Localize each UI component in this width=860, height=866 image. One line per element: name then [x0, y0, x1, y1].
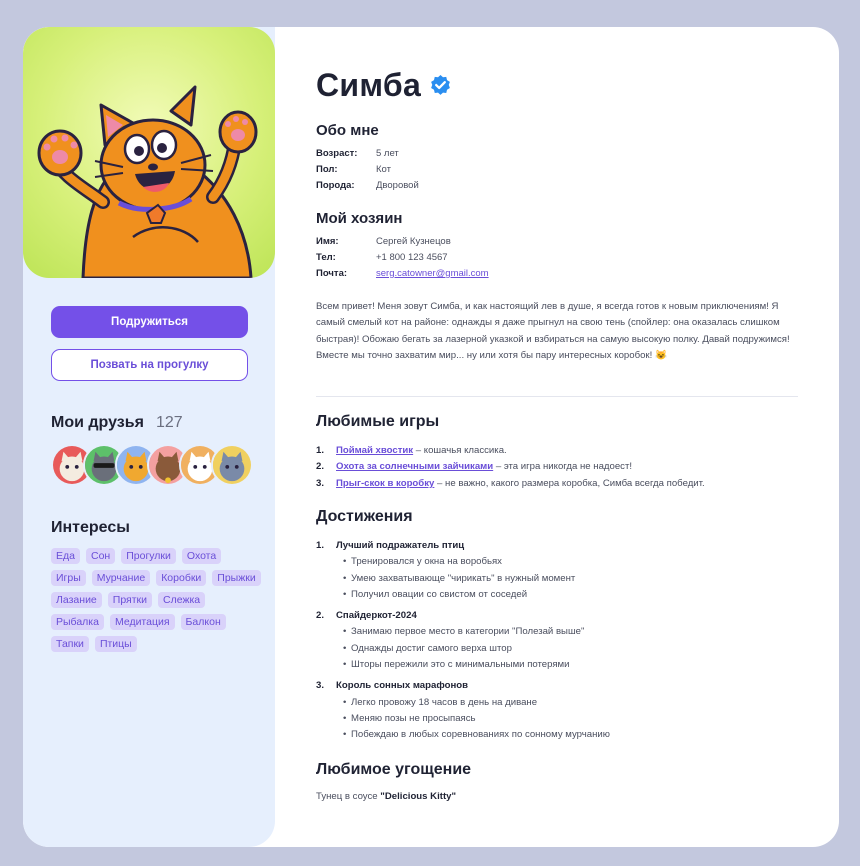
- invite-walk-button[interactable]: Позвать на прогулку: [51, 349, 248, 381]
- avatar: [23, 27, 275, 278]
- owner-value: serg.catowner@gmail.com: [376, 266, 489, 282]
- interest-tag[interactable]: Тапки: [51, 636, 89, 652]
- achievement-title: 2. Спайдеркот-2024: [316, 610, 417, 622]
- interest-tag[interactable]: Прыжки: [212, 570, 261, 586]
- list-number: 1.: [316, 445, 325, 456]
- list-item: Занимаю первое место в категории "Полеза…: [316, 624, 610, 641]
- sidebar: Подружиться Позвать на прогулку Мои друз…: [23, 27, 275, 847]
- interest-tag[interactable]: Мурчание: [91, 570, 151, 586]
- verified-badge-icon: [431, 74, 450, 95]
- about-title: Обо мне: [316, 122, 379, 139]
- game-link[interactable]: Охота за солнечными зайчиками: [336, 461, 493, 472]
- about-value: Дворовой: [376, 180, 419, 191]
- list-item: Меняю позы не просыпаясь: [316, 711, 610, 728]
- about-label: Пол:: [316, 164, 338, 175]
- treat-name: "Delicious Kitty": [380, 791, 457, 802]
- interest-tag[interactable]: Рыбалка: [51, 614, 104, 630]
- interests-tags: Еда Сон Прогулки Охота Игры Мурчание Кор…: [51, 548, 261, 652]
- achievement-group: 1.Лучший подражатель птиц Тренировался у…: [316, 538, 610, 603]
- game-desc: – кошачья классика.: [413, 445, 507, 456]
- owner-label: Тел:: [316, 252, 336, 263]
- games-list: 1. Поймай хвостик – кошачья классика. 2.…: [316, 443, 705, 492]
- friends-title: Мои друзья: [51, 414, 144, 431]
- bio-text: Всем привет! Меня зовут Симба, и как нас…: [316, 301, 790, 362]
- achievements-title: Достижения: [316, 508, 413, 525]
- list-item: Получил овации со свистом от соседей: [316, 587, 610, 604]
- interest-tag[interactable]: Охота: [181, 548, 222, 564]
- interest-tag[interactable]: Коробки: [156, 570, 207, 586]
- list-item: 2. Охота за солнечными зайчиками – эта и…: [316, 459, 705, 475]
- achievement-group: 3.Король сонных марафонов Легко провожу …: [316, 678, 610, 743]
- list-item: Однажды достиг самого верха штор: [316, 641, 610, 658]
- achievement-title: 1. Лучший подражатель птиц: [316, 540, 465, 551]
- interest-tag[interactable]: Балкон: [180, 614, 226, 630]
- list-item: Легко провожу 18 часов в день на диване: [316, 695, 610, 712]
- owner-value: +1 800 123 4567: [376, 252, 448, 263]
- divider: [316, 396, 798, 397]
- treat-prefix: Тунец в соусе: [316, 791, 381, 802]
- friend-avatar[interactable]: [211, 444, 253, 486]
- list-item: Шторы пережили это с минимальными потеря…: [316, 657, 610, 674]
- friends-count: 127: [156, 414, 183, 431]
- interest-tag[interactable]: Птицы: [94, 636, 137, 652]
- list-item: 1. Поймай хвостик – кошачья классика.: [316, 443, 705, 459]
- list-item: Побеждаю в любых соревнованиях по сонном…: [316, 727, 610, 744]
- treat-text: Тунец в соусе "Delicious Kitty": [316, 791, 456, 802]
- list-item: 3. Прыг-скок в коробку – не важно, каког…: [316, 476, 705, 492]
- list-number: 3.: [316, 477, 325, 489]
- interest-tag[interactable]: Прогулки: [121, 548, 176, 564]
- about-label: Порода:: [316, 180, 355, 191]
- interests-title: Интересы: [51, 519, 130, 536]
- list-item: Умею захватывающе "чирикать" в нужный мо…: [316, 571, 610, 588]
- game-desc: – не важно, какого размера коробка, Симб…: [434, 477, 705, 489]
- about-value: Кот: [376, 164, 391, 175]
- owner-title: Мой хозяин: [316, 210, 403, 227]
- friends-avatars: [51, 444, 253, 486]
- achievement-group: 2.Спайдеркот-2024 Занимаю первое место в…: [316, 608, 610, 673]
- owner-value: Сергей Кузнецов: [376, 236, 451, 247]
- treat-title: Любимое угощение: [316, 761, 472, 778]
- interest-tag[interactable]: Слежка: [158, 592, 206, 608]
- profile-card: Подружиться Позвать на прогулку Мои друз…: [23, 27, 839, 847]
- interest-tag[interactable]: Прятки: [107, 592, 153, 608]
- cat-illustration: [37, 85, 258, 278]
- interest-tag[interactable]: Сон: [85, 548, 116, 564]
- title-row: Симба: [316, 67, 452, 104]
- game-link[interactable]: Прыг-скок в коробку: [336, 478, 434, 489]
- game-link[interactable]: Поймай хвостик: [336, 445, 413, 456]
- owner-label: Имя:: [316, 236, 339, 247]
- game-desc: – эта игра никогда не надоест!: [493, 461, 633, 473]
- games-title: Любимые игры: [316, 413, 440, 430]
- interest-tag[interactable]: Медитация: [109, 614, 175, 630]
- about-label: Возраст:: [316, 148, 358, 159]
- about-value: 5 лет: [376, 148, 399, 159]
- interest-tag[interactable]: Еда: [51, 548, 80, 564]
- achievements-list: 1.Лучший подражатель птиц Тренировался у…: [316, 538, 610, 744]
- owner-email-link[interactable]: serg.catowner@gmail.com: [376, 268, 489, 279]
- list-number: 2.: [316, 461, 325, 473]
- page-title: Симба: [316, 67, 422, 103]
- owner-label: Почта:: [316, 268, 348, 279]
- interest-tag[interactable]: Игры: [51, 570, 86, 586]
- befriend-button[interactable]: Подружиться: [51, 306, 248, 338]
- interest-tag[interactable]: Лазание: [51, 592, 102, 608]
- achievement-title: 3. Король сонных марафонов: [316, 680, 469, 692]
- list-item: Тренировался у окна на воробьях: [316, 554, 610, 571]
